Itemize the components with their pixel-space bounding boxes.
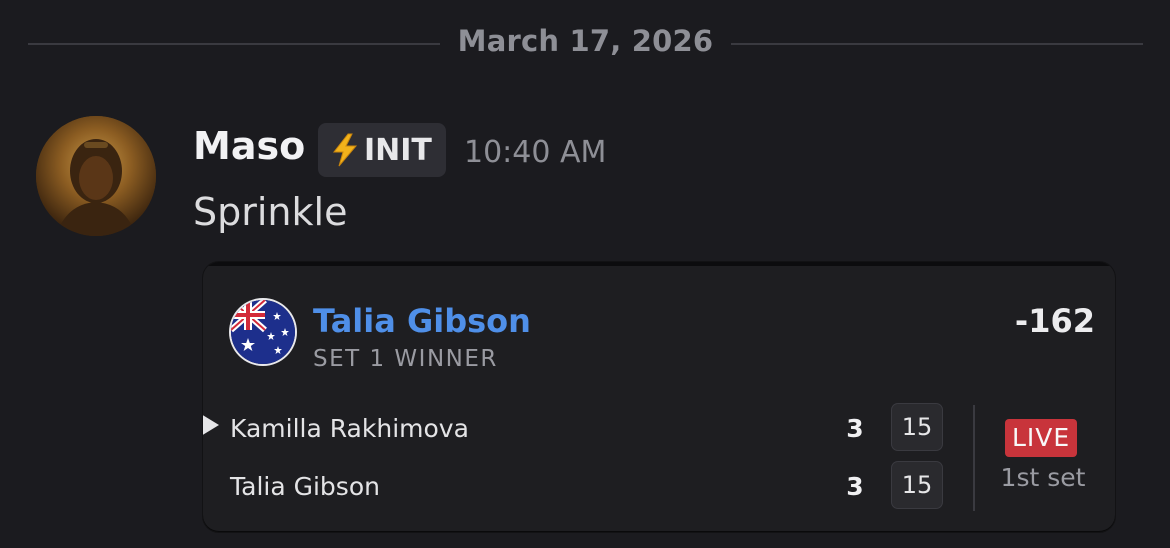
score-row: Kamilla Rakhimova 3 15 (203, 404, 963, 454)
avatar-image (36, 116, 156, 236)
games-score-box: 15 (892, 404, 942, 450)
avatar[interactable] (36, 116, 156, 236)
date-divider-line-right (731, 43, 1143, 45)
sets-won: 3 (846, 414, 864, 443)
sets-won: 3 (846, 472, 864, 501)
player-name: Kamilla Rakhimova (230, 414, 469, 443)
current-set-label: 1st set (1000, 463, 1086, 492)
date-divider-label: March 17, 2026 (457, 24, 714, 58)
score-row: Talia Gibson 3 15 (203, 462, 963, 512)
pick-name[interactable]: Talia Gibson (313, 302, 531, 340)
role-badge-label: INIT (364, 132, 432, 168)
message-timestamp[interactable]: 10:40 AM (464, 135, 606, 170)
bet-card[interactable]: Talia Gibson SET 1 WINNER -162 Kamilla R… (203, 262, 1115, 532)
odds-value: -162 (1014, 302, 1095, 340)
australia-flag-icon (231, 300, 295, 364)
lightning-bolt-icon (332, 133, 358, 167)
author-username[interactable]: Maso (193, 124, 305, 168)
chat-view: March 17, 2026 Maso INIT 10:40 AM Sprink… (0, 0, 1170, 548)
role-badge[interactable]: INIT (318, 123, 446, 177)
serving-indicator-icon (203, 415, 219, 435)
games-score-box: 15 (892, 462, 942, 508)
status-divider (973, 405, 975, 511)
player-name: Talia Gibson (230, 472, 380, 501)
message-text: Sprinkle (193, 190, 348, 234)
market-label: SET 1 WINNER (313, 346, 498, 372)
date-divider-line-left (28, 43, 440, 45)
live-badge: LIVE (1005, 419, 1078, 457)
